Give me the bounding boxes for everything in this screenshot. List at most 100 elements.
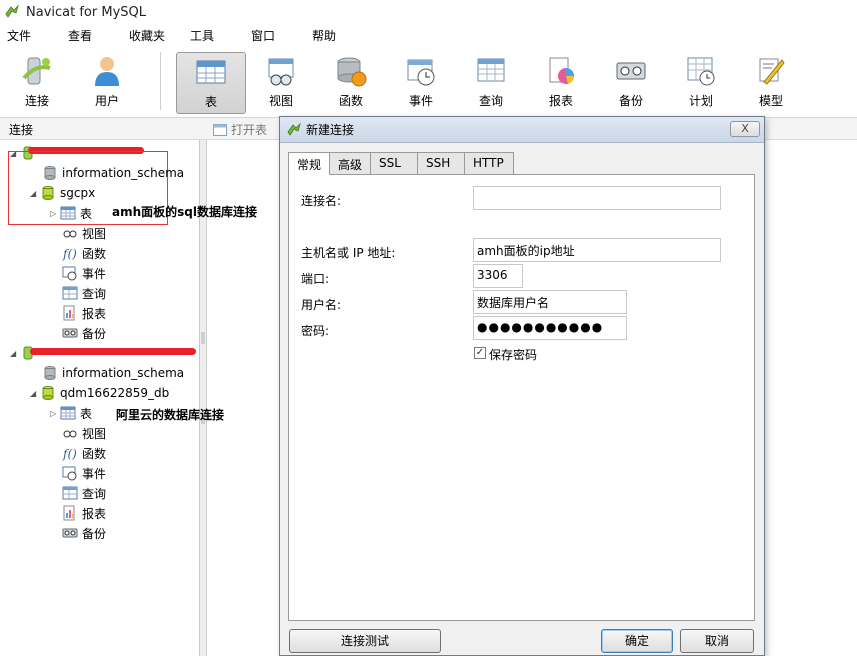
tree-db-information-schema-2[interactable]: information_schema xyxy=(42,363,184,383)
general-tab-panel: 连接名: 主机名或 IP 地址: amh面板的ip地址 端口: 3306 用户名… xyxy=(288,174,755,621)
database-gray-icon xyxy=(44,166,56,180)
tree-functions-1[interactable]: f() 函数 xyxy=(62,243,106,263)
tree-label: 备份 xyxy=(82,526,107,541)
tree-label: 查询 xyxy=(82,486,107,501)
toolbar-report-label: 报表 xyxy=(548,94,573,108)
tab-advanced[interactable]: 高级 xyxy=(329,152,372,174)
toolbar-function-button[interactable]: 函数 xyxy=(318,52,384,112)
tree-events-2[interactable]: 事件 xyxy=(62,463,106,483)
tree-queries-2[interactable]: 查询 xyxy=(62,483,106,503)
annotation-amh-label: amh面板的sql数据库连接 xyxy=(112,205,257,219)
toolbar-backup-button[interactable]: 备份 xyxy=(598,52,664,112)
toolbar-backup-label: 备份 xyxy=(618,94,643,108)
open-table-label: 打开表 xyxy=(231,123,268,137)
save-password-label: 保存密码 xyxy=(489,348,538,362)
menu-bar: 文件 查看 收藏夹 工具 窗口 帮助 xyxy=(0,24,857,46)
save-password-checkbox[interactable]: ✓ xyxy=(474,347,486,359)
port-label: 端口: xyxy=(301,272,330,286)
tree-label: 事件 xyxy=(82,266,107,281)
port-input[interactable]: 3306 xyxy=(473,264,523,288)
collapse-arrow-icon[interactable]: ▷ xyxy=(50,209,60,218)
tree-functions-2[interactable]: f() 函数 xyxy=(62,443,106,463)
toolbar-table-label: 表 xyxy=(204,95,217,109)
dialog-title-bar[interactable]: 新建连接 xyxy=(280,117,764,143)
collapse-arrow-icon[interactable]: ▷ xyxy=(50,409,60,418)
toolbar-report-button[interactable]: 报表 xyxy=(528,52,594,112)
ok-button[interactable]: 确定 xyxy=(601,629,673,653)
function-small-icon: f() xyxy=(62,247,77,261)
dialog-tabs: 常规 高级 SSL SSH HTTP xyxy=(288,152,515,175)
toolbar-query-button[interactable]: 查询 xyxy=(458,52,524,112)
function-icon xyxy=(337,57,367,87)
tree-backups-1[interactable]: 备份 xyxy=(62,323,106,343)
database-gray-icon xyxy=(44,366,56,380)
model-icon xyxy=(759,58,785,85)
tab-http[interactable]: HTTP xyxy=(464,152,515,174)
toolbar-query-label: 查询 xyxy=(478,94,503,108)
backup-small-icon xyxy=(62,528,78,538)
tree-tables-2[interactable]: ▷ 表 xyxy=(50,403,92,423)
tree-events-1[interactable]: 事件 xyxy=(62,263,106,283)
tree-label: qdm16622859_db xyxy=(60,386,170,400)
connection-name-input[interactable] xyxy=(473,186,721,210)
tree-backups-2[interactable]: 备份 xyxy=(62,523,106,543)
table-icon xyxy=(196,60,226,84)
open-table-button[interactable]: 打开表 xyxy=(213,121,267,138)
main-toolbar: 连接 用户 表 视图 函数 事件 查询 报表 备份 计划 模型 xyxy=(0,46,857,118)
expand-arrow-icon[interactable]: ◢ xyxy=(10,349,20,358)
tree-queries-1[interactable]: 查询 xyxy=(62,283,106,303)
open-table-icon xyxy=(213,123,227,136)
toolbar-schedule-button[interactable]: 计划 xyxy=(668,52,734,112)
toolbar-view-button[interactable]: 视图 xyxy=(248,52,314,112)
tree-db-sgcpx[interactable]: ◢ sgcpx xyxy=(30,183,95,203)
tab-general[interactable]: 常规 xyxy=(288,152,331,175)
database-green-icon xyxy=(42,186,54,200)
toolbar-model-button[interactable]: 模型 xyxy=(738,52,804,112)
tree-label: 备份 xyxy=(82,326,107,341)
tree-label: 事件 xyxy=(82,466,107,481)
database-green-icon xyxy=(42,386,54,400)
tree-views-2[interactable]: 视图 xyxy=(62,423,106,443)
tree-label: information_schema xyxy=(62,166,185,180)
password-input[interactable]: ●●●●●●●●●●● xyxy=(473,316,627,340)
test-connection-button[interactable]: 连接测试 xyxy=(289,629,441,653)
table-small-icon xyxy=(60,406,76,420)
tree-tables-1[interactable]: ▷ 表 xyxy=(50,203,92,223)
menu-help[interactable]: 帮助 xyxy=(305,27,366,44)
toolbar-connection-label: 连接 xyxy=(24,94,49,108)
toolbar-user-button[interactable]: 用户 xyxy=(74,52,140,112)
backup-icon xyxy=(616,62,646,80)
tree-db-qdm[interactable]: ◢ qdm16622859_db xyxy=(30,383,169,403)
annotation-aliyun-label: 阿里云的数据库连接 xyxy=(116,408,225,422)
tab-ssh[interactable]: SSH xyxy=(417,152,466,174)
menu-tools[interactable]: 工具 xyxy=(183,27,244,44)
expand-arrow-icon[interactable]: ◢ xyxy=(30,189,40,198)
username-label: 用户名: xyxy=(301,298,342,312)
password-label: 密码: xyxy=(301,324,330,338)
tab-ssl[interactable]: SSL xyxy=(370,152,419,174)
splitter-grip-top xyxy=(201,332,205,344)
cancel-button[interactable]: 取消 xyxy=(680,629,754,653)
tree-label: 报表 xyxy=(82,306,107,321)
tree-label: 报表 xyxy=(82,506,107,521)
username-input[interactable]: 数据库用户名 xyxy=(473,290,627,314)
connection-panel-header: 连接 xyxy=(0,118,207,140)
tree-reports-1[interactable]: 报表 xyxy=(62,303,106,323)
menu-view[interactable]: 查看 xyxy=(61,27,122,44)
tree-label: 表 xyxy=(80,206,93,221)
tree-reports-2[interactable]: 报表 xyxy=(62,503,106,523)
tree-db-information-schema-1[interactable]: information_schema xyxy=(42,163,184,183)
tree-views-1[interactable]: 视图 xyxy=(62,223,106,243)
toolbar-table-button[interactable]: 表 xyxy=(176,52,246,114)
expand-arrow-icon[interactable]: ◢ xyxy=(30,389,40,398)
toolbar-event-button[interactable]: 事件 xyxy=(388,52,454,112)
tree-label: 视图 xyxy=(82,426,107,441)
table-small-icon xyxy=(60,206,76,220)
menu-file[interactable]: 文件 xyxy=(0,27,61,44)
host-input[interactable]: amh面板的ip地址 xyxy=(473,238,721,262)
dialog-close-button[interactable]: X xyxy=(730,121,760,137)
toolbar-connection-button[interactable]: 连接 xyxy=(4,52,70,112)
function-small-icon: f() xyxy=(62,447,77,461)
menu-window[interactable]: 窗口 xyxy=(244,27,305,44)
menu-favorites[interactable]: 收藏夹 xyxy=(122,27,183,44)
